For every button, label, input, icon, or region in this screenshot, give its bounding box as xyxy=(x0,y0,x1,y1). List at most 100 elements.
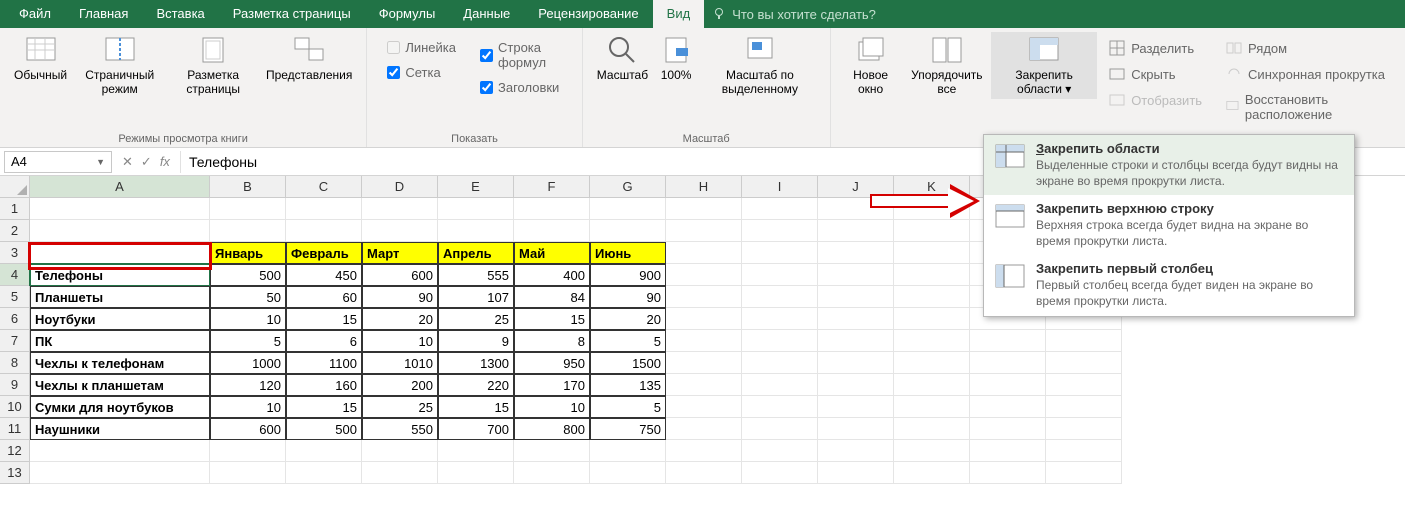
ruler-checkbox[interactable]: Линейка xyxy=(383,38,460,57)
cell[interactable]: 900 xyxy=(590,264,666,286)
menu-formulas[interactable]: Формулы xyxy=(365,0,450,28)
cell[interactable] xyxy=(1046,352,1122,374)
cell[interactable]: 950 xyxy=(514,352,590,374)
cell[interactable] xyxy=(210,462,286,484)
freeze-top-row-option[interactable]: Закрепить верхнюю строку Верхняя строка … xyxy=(984,195,1354,255)
cell[interactable] xyxy=(30,440,210,462)
col-header[interactable]: A xyxy=(30,176,210,198)
row-header[interactable]: 9 xyxy=(0,374,30,396)
cell[interactable] xyxy=(286,440,362,462)
freeze-panes-button[interactable]: Закрепить области ▾ xyxy=(991,32,1097,99)
cell[interactable]: 450 xyxy=(286,264,362,286)
cell[interactable] xyxy=(30,242,210,264)
cell[interactable]: Чехлы к телефонам xyxy=(30,352,210,374)
cell[interactable] xyxy=(1046,396,1122,418)
cell[interactable] xyxy=(970,330,1046,352)
col-header[interactable]: D xyxy=(362,176,438,198)
cell[interactable] xyxy=(590,220,666,242)
cell[interactable] xyxy=(210,440,286,462)
cell[interactable] xyxy=(590,198,666,220)
col-header[interactable]: E xyxy=(438,176,514,198)
col-header[interactable]: H xyxy=(666,176,742,198)
zoom-selection-button[interactable]: Масштаб по выделенному xyxy=(698,32,822,99)
cell[interactable]: ПК xyxy=(30,330,210,352)
menu-file[interactable]: Файл xyxy=(5,0,65,28)
cell[interactable]: Ноутбуки xyxy=(30,308,210,330)
cell[interactable]: Май xyxy=(514,242,590,264)
cell[interactable]: 15 xyxy=(514,308,590,330)
cell[interactable] xyxy=(666,198,742,220)
cell[interactable] xyxy=(438,220,514,242)
col-header[interactable]: B xyxy=(210,176,286,198)
normal-view-button[interactable]: Обычный xyxy=(8,32,73,84)
zoom-100-button[interactable]: 100% xyxy=(654,32,698,84)
cell[interactable] xyxy=(666,308,742,330)
row-header[interactable]: 8 xyxy=(0,352,30,374)
cell[interactable] xyxy=(742,308,818,330)
cell[interactable]: 1100 xyxy=(286,352,362,374)
cell[interactable] xyxy=(666,242,742,264)
cell[interactable] xyxy=(590,440,666,462)
cell[interactable] xyxy=(894,264,970,286)
freeze-first-col-option[interactable]: Закрепить первый столбец Первый столбец … xyxy=(984,255,1354,315)
cell[interactable]: 1000 xyxy=(210,352,286,374)
cell[interactable]: 5 xyxy=(590,330,666,352)
cell[interactable] xyxy=(818,462,894,484)
cell[interactable]: Февраль xyxy=(286,242,362,264)
menu-data[interactable]: Данные xyxy=(449,0,524,28)
cell[interactable]: 800 xyxy=(514,418,590,440)
arrange-all-button[interactable]: Упорядочить все xyxy=(903,32,992,99)
cell[interactable] xyxy=(666,264,742,286)
split-button[interactable]: Разделить xyxy=(1105,38,1206,58)
cell[interactable]: 10 xyxy=(362,330,438,352)
cell[interactable]: 200 xyxy=(362,374,438,396)
cell[interactable] xyxy=(362,220,438,242)
cell[interactable] xyxy=(666,440,742,462)
row-header[interactable]: 5 xyxy=(0,286,30,308)
cell[interactable]: Телефоны xyxy=(30,264,210,286)
col-header[interactable]: I xyxy=(742,176,818,198)
cell[interactable]: 1300 xyxy=(438,352,514,374)
cell[interactable] xyxy=(742,462,818,484)
headings-checkbox[interactable]: Заголовки xyxy=(476,78,566,97)
cell[interactable]: 5 xyxy=(590,396,666,418)
cell[interactable] xyxy=(666,462,742,484)
cell[interactable] xyxy=(894,418,970,440)
zoom-button[interactable]: Масштаб xyxy=(591,32,654,84)
cell[interactable]: 50 xyxy=(210,286,286,308)
cell[interactable] xyxy=(742,286,818,308)
cell[interactable] xyxy=(894,330,970,352)
cell[interactable] xyxy=(30,220,210,242)
cell[interactable]: 550 xyxy=(362,418,438,440)
cell[interactable]: 555 xyxy=(438,264,514,286)
formula-bar-checkbox[interactable]: Строка формул xyxy=(476,38,566,72)
cell[interactable] xyxy=(362,198,438,220)
cell[interactable] xyxy=(1046,330,1122,352)
cell[interactable] xyxy=(818,330,894,352)
cell[interactable]: 10 xyxy=(514,396,590,418)
cell[interactable]: 500 xyxy=(210,264,286,286)
cell[interactable] xyxy=(894,374,970,396)
name-box[interactable]: A4 ▼ xyxy=(4,151,112,173)
cell[interactable] xyxy=(970,374,1046,396)
cell[interactable]: 15 xyxy=(438,396,514,418)
menu-insert[interactable]: Вставка xyxy=(142,0,218,28)
cell[interactable] xyxy=(894,242,970,264)
col-header[interactable]: G xyxy=(590,176,666,198)
cell[interactable]: 15 xyxy=(286,396,362,418)
menu-review[interactable]: Рецензирование xyxy=(524,0,652,28)
cell[interactable] xyxy=(514,440,590,462)
cell[interactable]: 107 xyxy=(438,286,514,308)
custom-views-button[interactable]: Представления xyxy=(260,32,358,84)
menu-view[interactable]: Вид xyxy=(653,0,705,28)
row-header[interactable]: 1 xyxy=(0,198,30,220)
cell[interactable]: 60 xyxy=(286,286,362,308)
row-header[interactable]: 6 xyxy=(0,308,30,330)
cell[interactable] xyxy=(894,462,970,484)
cell[interactable]: 160 xyxy=(286,374,362,396)
cell[interactable] xyxy=(742,418,818,440)
cell[interactable] xyxy=(970,396,1046,418)
cell[interactable] xyxy=(1046,418,1122,440)
cell[interactable]: 20 xyxy=(362,308,438,330)
freeze-panes-option[interactable]: Закрепить области Выделенные строки и ст… xyxy=(984,135,1354,195)
